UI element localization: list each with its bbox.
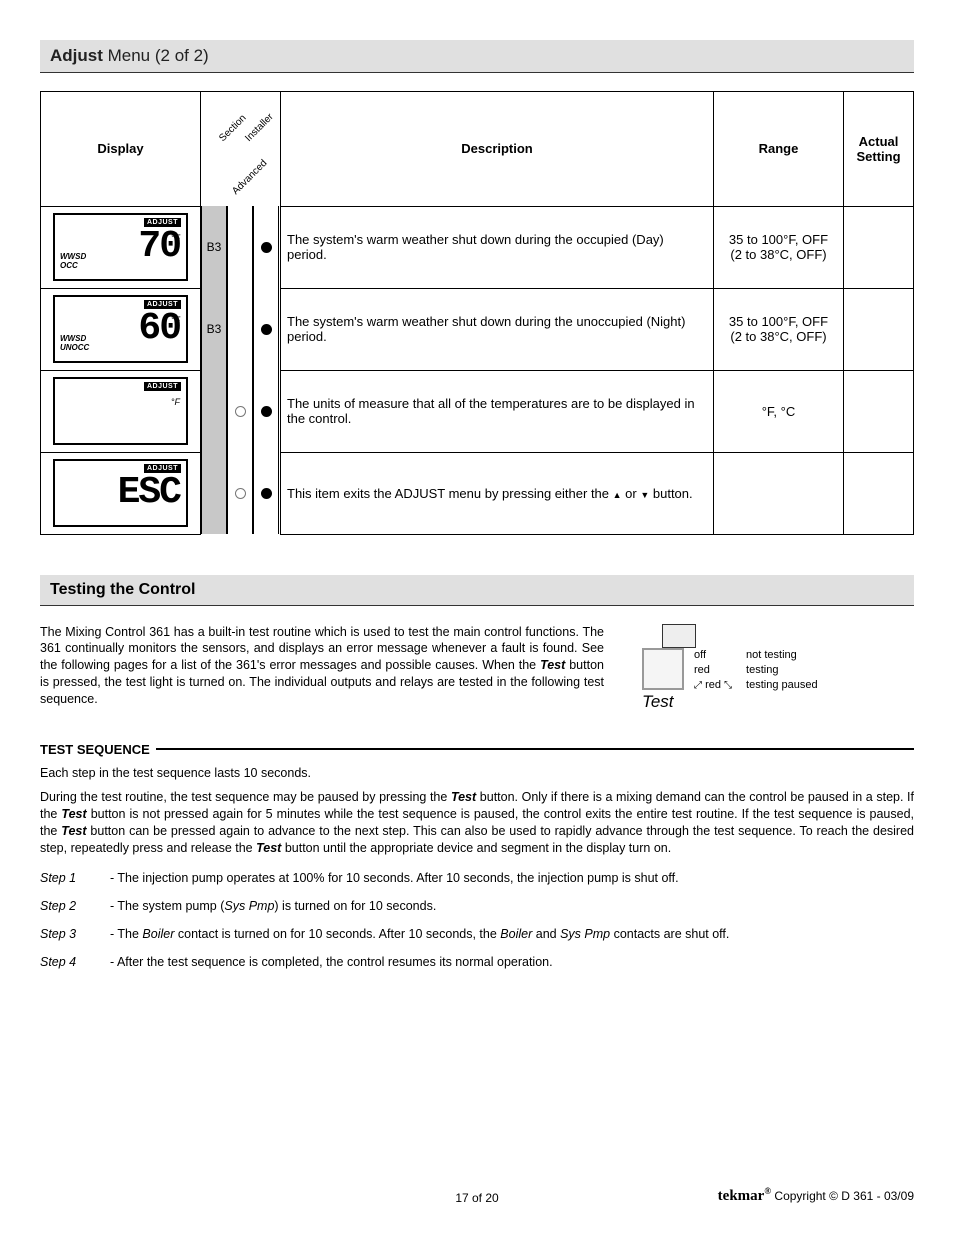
- testing-block: The Mixing Control 361 has a built-in te…: [40, 624, 914, 712]
- step-row: Step 4- After the test sequence is compl…: [40, 955, 914, 969]
- step-row: Step 3- The Boiler contact is turned on …: [40, 927, 914, 941]
- description-cell: The system's warm weather shut down duri…: [281, 288, 714, 370]
- test-sequence-heading: TEST SEQUENCE: [40, 742, 914, 757]
- steps-list: Step 1- The injection pump operates at 1…: [40, 871, 914, 969]
- access-cells: [201, 370, 281, 452]
- header-bold: Adjust: [50, 46, 103, 65]
- legend-states: off red ⤢ red ⤡: [694, 648, 732, 694]
- display-cell: ADJUSTESC: [41, 452, 201, 534]
- range-cell: [714, 452, 844, 534]
- range-cell: 35 to 100°F, OFF(2 to 38°C, OFF): [714, 206, 844, 288]
- display-cell: ADJUST60°FWWSDUNOCC: [41, 288, 201, 370]
- description-cell: This item exits the ADJUST menu by press…: [281, 452, 714, 534]
- step-row: Step 1- The injection pump operates at 1…: [40, 871, 914, 885]
- page-header: Adjust Menu (2 of 2): [40, 40, 914, 73]
- table-row: ADJUST°F The units of measure that all of…: [41, 370, 914, 452]
- col-display: Display: [41, 92, 201, 207]
- step-text: - The Boiler contact is turned on for 10…: [110, 927, 914, 941]
- range-cell: 35 to 100°F, OFF(2 to 38°C, OFF): [714, 288, 844, 370]
- actual-cell: [844, 452, 914, 534]
- step-row: Step 2- The system pump (Sys Pmp) is tur…: [40, 899, 914, 913]
- testing-paragraph: The Mixing Control 361 has a built-in te…: [40, 624, 604, 712]
- sequence-intro: Each step in the test sequence lasts 10 …: [40, 765, 914, 782]
- test-button-graphic: [642, 648, 684, 690]
- step-text: - The injection pump operates at 100% fo…: [110, 871, 914, 885]
- page-number: 17 of 20: [455, 1191, 498, 1205]
- table-row: ADJUST60°FWWSDUNOCCB3The system's warm w…: [41, 288, 914, 370]
- sequence-paragraph: During the test routine, the test sequen…: [40, 789, 914, 857]
- col-access-levels: SectionInstallerAdvanced: [201, 92, 281, 207]
- step-text: - After the test sequence is completed, …: [110, 955, 914, 969]
- access-cells: [201, 452, 281, 534]
- col-actual: Actual Setting: [844, 92, 914, 207]
- test-diagram: Test off red ⤢ red ⤡ not testing testing…: [634, 624, 914, 712]
- step-label: Step 3: [40, 927, 110, 941]
- header-rest: Menu (2 of 2): [103, 46, 209, 65]
- legend-meanings: not testing testing testing paused: [746, 648, 818, 694]
- copyright: Copyright © D 361 - 03/09: [774, 1189, 914, 1203]
- brand-logo: tekmar®: [718, 1188, 771, 1204]
- actual-cell: [844, 288, 914, 370]
- access-cells: B3: [201, 206, 281, 288]
- table-row: ADJUSTESC This item exits the ADJUST menu…: [41, 452, 914, 534]
- col-description: Description: [281, 92, 714, 207]
- testing-title: Testing the Control: [40, 575, 914, 606]
- range-cell: °F, °C: [714, 370, 844, 452]
- display-cell: ADJUST°F: [41, 370, 201, 452]
- actual-cell: [844, 370, 914, 452]
- col-advanced: Advanced: [230, 158, 269, 197]
- description-cell: The system's warm weather shut down duri…: [281, 206, 714, 288]
- col-installer: Installer: [243, 111, 276, 144]
- test-legend: off red ⤢ red ⤡ not testing testing test…: [694, 648, 818, 694]
- step-label: Step 4: [40, 955, 110, 969]
- footer-right: tekmar® Copyright © D 361 - 03/09: [718, 1186, 914, 1205]
- indicator-box: [662, 624, 696, 648]
- table-row: ADJUST70°FWWSDOCCB3The system's warm wea…: [41, 206, 914, 288]
- access-cells: B3: [201, 288, 281, 370]
- adjust-menu-table: Display SectionInstallerAdvanced Descrip…: [40, 91, 914, 535]
- step-text: - The system pump (Sys Pmp) is turned on…: [110, 899, 914, 913]
- test-word: Test: [540, 658, 565, 672]
- page-footer: 17 of 20 tekmar® Copyright © D 361 - 03/…: [40, 1186, 914, 1205]
- col-range: Range: [714, 92, 844, 207]
- display-cell: ADJUST70°FWWSDOCC: [41, 206, 201, 288]
- actual-cell: [844, 206, 914, 288]
- description-cell: The units of measure that all of the tem…: [281, 370, 714, 452]
- test-button-label: Test: [642, 692, 684, 712]
- step-label: Step 1: [40, 871, 110, 885]
- step-label: Step 2: [40, 899, 110, 913]
